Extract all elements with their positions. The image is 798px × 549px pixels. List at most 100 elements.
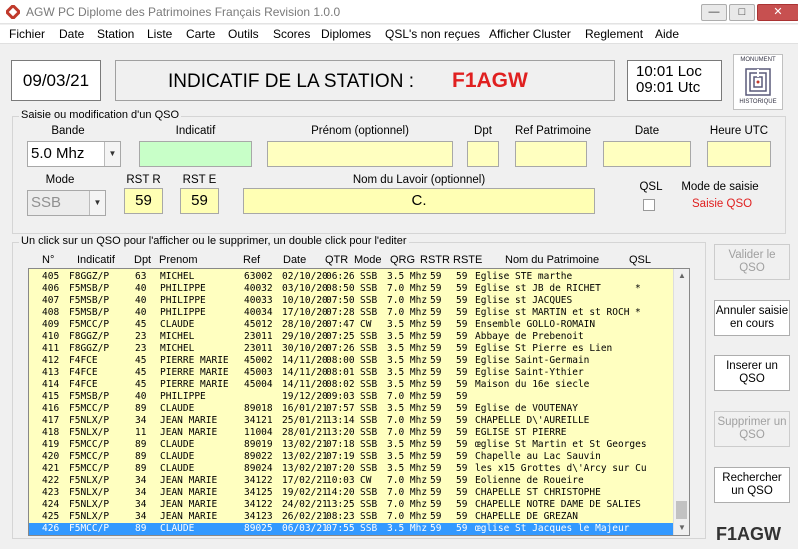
qso-list[interactable]: 426 F5MCC/P 89 CLAUDE 89025 06/03/21 07:55 SSB 3…: [28, 268, 690, 536]
ref-input[interactable]: [515, 141, 587, 167]
indicatif-input[interactable]: [139, 141, 252, 167]
cell-qrg: 7.0 Mhz: [387, 295, 428, 306]
cell-patrimoine: Eolienne de Roueire: [475, 475, 584, 486]
table-row[interactable]: 414 F4FCE 45 PIERRE MARIE 45004 14/11/20 08:02…: [29, 379, 674, 391]
cell-qrg: 3.5 Mhz: [387, 451, 428, 462]
monument-historique-logo: MONUMENT HISTORIQUE: [733, 54, 783, 110]
table-row[interactable]: 407 F5MSB/P 40 PHILIPPE 40033 10/10/20 07:50 SS…: [29, 295, 674, 307]
cell-mode: SSB: [360, 463, 378, 474]
cell-date: 14/11/20: [282, 355, 328, 366]
annuler-saisie-button[interactable]: Annuler saisie en cours: [714, 300, 790, 336]
table-row[interactable]: 405 F8GGZ/P 63 MICHEL 63002 02/10/20 06:26 SSB 3…: [29, 271, 674, 283]
table-row[interactable]: 417 F5NLX/P 34 JEAN MARIE 34121 25/01/21 13:14…: [29, 415, 674, 427]
valider-qso-button[interactable]: Valider le QSO: [714, 244, 790, 280]
rechercher-qso-button[interactable]: Rechercher un QSO: [714, 467, 790, 503]
list-scrollbar[interactable]: ▲ ▼: [673, 269, 689, 535]
cell-indicatif: F5MCC/P: [69, 451, 110, 462]
menu-fichier[interactable]: Fichier: [9, 27, 45, 41]
menu-aide[interactable]: Aide: [655, 27, 679, 41]
qso-form-title: Saisie ou modification d'un QSO: [19, 109, 182, 121]
table-row[interactable]: 418 F5NLX/P 11 JEAN MARIE 11004 28/01/21 13:20…: [29, 427, 674, 439]
table-row[interactable]: 410 F8GGZ/P 23 MICHEL 23011 29/10/20 07:25 SSB 3…: [29, 331, 674, 343]
menu-qsl-non-recues[interactable]: QSL's non reçues: [385, 27, 480, 41]
cell-indicatif: F4FCE: [69, 379, 98, 390]
menu-afficher-cluster[interactable]: Afficher Cluster: [489, 27, 571, 41]
cell-dpt: 40: [135, 283, 147, 294]
cell-date: 29/10/20: [282, 331, 328, 342]
table-row[interactable]: 425 F5NLX/P 34 JEAN MARIE 34123 26/02/21 08:23…: [29, 511, 674, 523]
table-row[interactable]: 419 F5MCC/P 89 CLAUDE 89019 13/02/21 07:18 SSB 3…: [29, 439, 674, 451]
menu-station[interactable]: Station: [97, 27, 134, 41]
cell-mode: SSB: [360, 427, 378, 438]
menu-liste[interactable]: Liste: [147, 27, 172, 41]
cell-qtr: 13:14: [326, 415, 355, 426]
maximize-button[interactable]: □: [729, 4, 755, 21]
menu-scores[interactable]: Scores: [273, 27, 310, 41]
chevron-down-icon: ▼: [104, 142, 120, 166]
heure-input[interactable]: [707, 141, 771, 167]
cell-qrg: 3.5 Mhz: [387, 343, 428, 354]
mode-select[interactable]: SSB ▼: [27, 190, 106, 216]
inserer-qso-button[interactable]: Inserer un QSO: [714, 355, 790, 391]
date-input[interactable]: [603, 141, 691, 167]
labyrinth-icon: [745, 68, 771, 96]
cell-ref: 63002: [244, 271, 273, 282]
prenom-input[interactable]: [267, 141, 453, 167]
rste-input[interactable]: 59: [180, 188, 219, 214]
indicatif-label: Indicatif: [175, 125, 216, 137]
table-row[interactable]: 423 F5NLX/P 34 JEAN MARIE 34125 19/02/21 14:20…: [29, 487, 674, 499]
cell-mode: SSB: [360, 367, 378, 378]
cell-rstr: 59: [430, 319, 442, 330]
cell-patrimoine: CHAPELLE DE GREZAN: [475, 511, 578, 522]
table-row[interactable]: 408 F5MSB/P 40 PHILIPPE 40034 17/10/20 07:28 SS…: [29, 307, 674, 319]
cell-rste: 59: [456, 343, 468, 354]
cell-ref: 45003: [244, 367, 273, 378]
cell-prenom: JEAN MARIE: [160, 511, 218, 522]
table-row[interactable]: 413 F4FCE 45 PIERRE MARIE 45003 14/11/20 08:01…: [29, 367, 674, 379]
scroll-up-icon[interactable]: ▲: [674, 269, 689, 283]
table-row[interactable]: 422 F5NLX/P 34 JEAN MARIE 34122 17/02/21 10:03…: [29, 475, 674, 487]
minimize-icon: —: [708, 6, 720, 18]
rstr-input[interactable]: 59: [124, 188, 163, 214]
scroll-thumb[interactable]: [676, 501, 687, 519]
table-row[interactable]: 421 F5MCC/P 89 CLAUDE 89024 13/02/21 07:20 SSB 3…: [29, 463, 674, 475]
dpt-input[interactable]: [467, 141, 499, 167]
qsl-checkbox[interactable]: [643, 199, 655, 211]
minimize-button[interactable]: —: [701, 4, 727, 21]
cell-num: 418: [42, 427, 60, 438]
table-row[interactable]: 416 F5MCC/P 89 CLAUDE 89018 16/01/21 07:57 SSB 3…: [29, 403, 674, 415]
menu-diplomes[interactable]: Diplomes: [321, 27, 371, 41]
cell-prenom: PIERRE MARIE: [160, 379, 229, 390]
cell-indicatif: F5MCC/P: [69, 523, 110, 534]
table-row[interactable]: 424 F5NLX/P 34 JEAN MARIE 34122 24/02/21 13:25…: [29, 499, 674, 511]
table-row[interactable]: 411 F8GGZ/P 23 MICHEL 23011 30/10/20 07:26 SSB 3…: [29, 343, 674, 355]
menu-date[interactable]: Date: [59, 27, 84, 41]
current-date: 09/03/21: [11, 60, 101, 101]
table-row[interactable]: 409 F5MCC/P 45 CLAUDE 45012 28/10/20 07:47 CW 3.…: [29, 319, 674, 331]
maximize-icon: □: [738, 6, 746, 18]
bande-select[interactable]: 5.0 Mhz ▼: [27, 141, 121, 167]
table-row[interactable]: 415 F5MSB/P 40 PHILIPPE 19/12/20 09:03 SSB 7.0 …: [29, 391, 674, 403]
cell-num: 406: [42, 283, 60, 294]
cell-date: 14/11/20: [282, 367, 328, 378]
cell-patrimoine: CHAPELLE ST CHRISTOPHE: [475, 487, 601, 498]
cell-prenom: MICHEL: [160, 271, 195, 282]
table-row[interactable]: 412 F4FCE 45 PIERRE MARIE 45002 14/11/20 08:00…: [29, 355, 674, 367]
menu-reglement[interactable]: Reglement: [585, 27, 643, 41]
table-row[interactable]: 420 F5MCC/P 89 CLAUDE 89022 13/02/21 07:19 SSB 3…: [29, 451, 674, 463]
cell-indicatif: F4FCE: [69, 367, 98, 378]
supprimer-qso-button[interactable]: Supprimer un QSO: [714, 411, 790, 447]
close-button[interactable]: ✕: [757, 4, 798, 21]
menu-carte[interactable]: Carte: [186, 27, 215, 41]
cell-qrg: 3.5 Mhz: [387, 319, 428, 330]
table-row[interactable]: 406 F5MSB/P 40 PHILIPPE 40032 03/10/20 08:50 SS…: [29, 283, 674, 295]
lavoir-input[interactable]: C.: [243, 188, 595, 214]
scroll-down-icon[interactable]: ▼: [674, 521, 689, 535]
cell-patrimoine: Eglise St Pierre es Lien: [475, 343, 613, 354]
menu-outils[interactable]: Outils: [228, 27, 259, 41]
col-header-ref: Ref: [243, 254, 261, 266]
table-row[interactable]: 426 F5MCC/P 89 CLAUDE 89025 06/03/21 07:55 SSB 3…: [29, 523, 674, 535]
chevron-down-icon: ▼: [89, 191, 105, 215]
logo-top-text: MONUMENT: [740, 57, 776, 63]
time-local: 10:01 Loc: [636, 63, 702, 80]
